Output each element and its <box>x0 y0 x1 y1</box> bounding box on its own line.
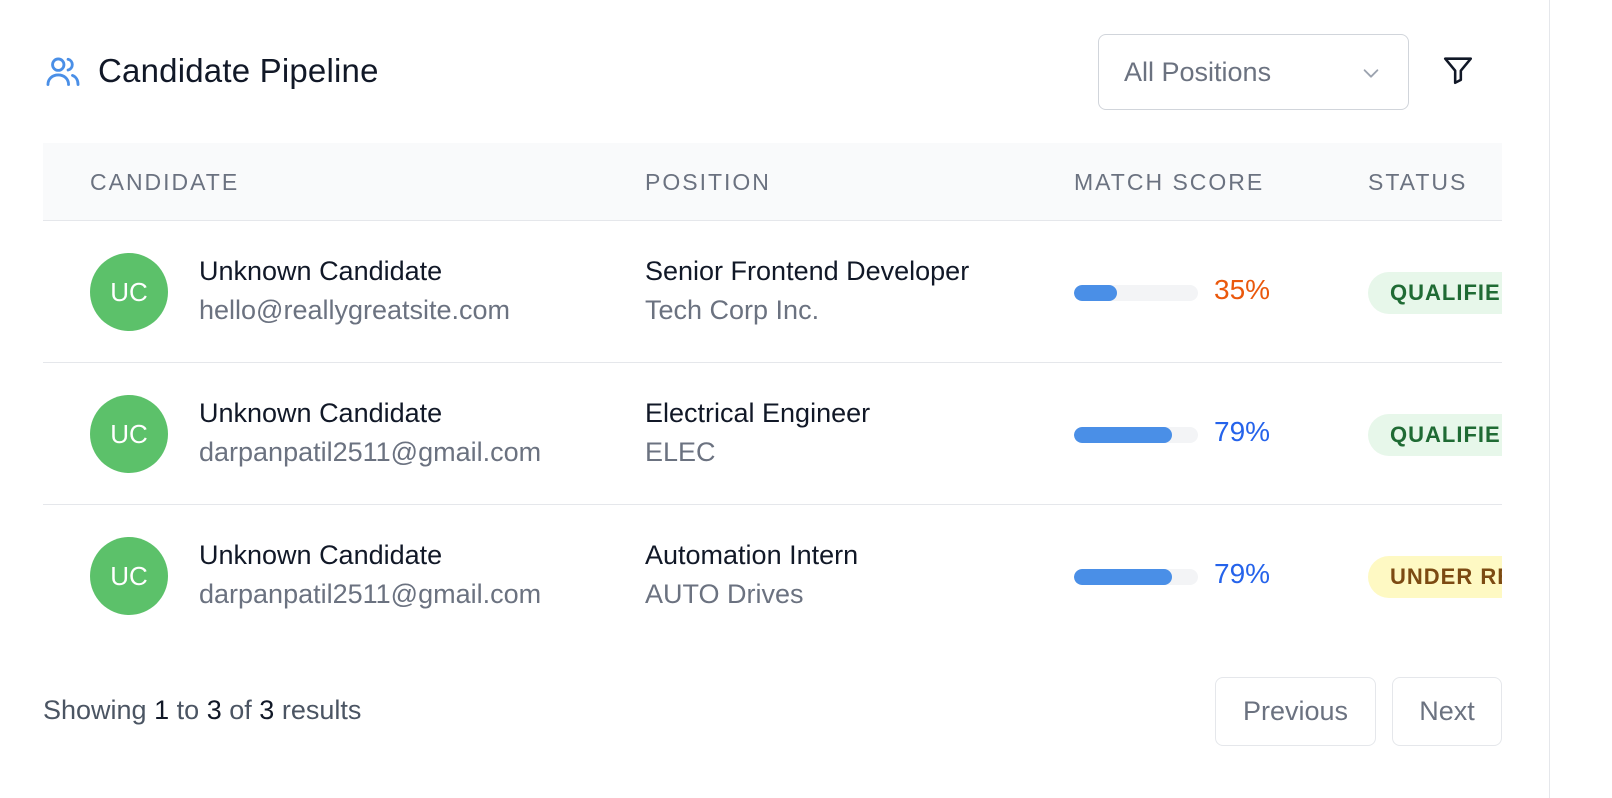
panel-divider <box>1549 0 1550 798</box>
candidate-email: darpanpatil2511@gmail.com <box>199 437 542 467</box>
column-header-position: POSITION <box>645 169 771 195</box>
candidate-email: darpanpatil2511@gmail.com <box>199 579 542 609</box>
results-of-word: of <box>229 695 252 725</box>
position-filter-value: All Positions <box>1124 56 1272 87</box>
results-to-word: to <box>176 695 200 725</box>
match-score-value: 35% <box>1214 274 1271 305</box>
company-name: ELEC <box>645 437 716 467</box>
match-score-bar <box>1074 427 1198 443</box>
candidate-name: Unknown Candidate <box>199 398 443 428</box>
company-name: AUTO Drives <box>645 579 804 609</box>
candidate-email: hello@reallygreatsite.com <box>199 295 511 325</box>
position-filter-select[interactable]: All Positions <box>1098 34 1409 110</box>
chevron-down-icon <box>1360 62 1382 84</box>
results-summary-prefix: Showing <box>43 695 147 725</box>
page-title: Candidate Pipeline <box>98 52 379 89</box>
company-name: Tech Corp Inc. <box>645 295 820 325</box>
column-header-candidate: CANDIDATE <box>90 169 240 195</box>
results-summary: Showing 1 to 3 of 3 results <box>43 695 361 726</box>
match-score-value: 79% <box>1214 558 1271 589</box>
next-button[interactable]: Next <box>1392 677 1502 746</box>
table-header: CANDIDATE POSITION MATCH SCORE STATUS <box>43 143 1502 221</box>
match-score-bar <box>1074 285 1198 301</box>
table-row[interactable]: UC Unknown Candidate darpanpatil2511@gma… <box>43 363 1502 505</box>
results-total: 3 <box>259 695 275 725</box>
filter-icon <box>1441 53 1475 92</box>
filter-button[interactable] <box>1438 52 1478 92</box>
candidate-pipeline-page: Candidate Pipeline All Positions CANDIDA… <box>0 0 1612 798</box>
status-badge: QUALIFIED <box>1368 414 1502 456</box>
title-group: Candidate Pipeline <box>44 52 379 90</box>
column-header-match-score: MATCH SCORE <box>1074 169 1265 195</box>
position-title: Electrical Engineer <box>645 398 871 428</box>
candidate-name: Unknown Candidate <box>199 256 443 286</box>
match-score-bar-fill <box>1074 427 1172 443</box>
results-from: 1 <box>154 695 170 725</box>
avatar: UC <box>90 395 168 473</box>
table-row[interactable]: UC Unknown Candidate hello@reallygreatsi… <box>43 221 1502 363</box>
status-badge: UNDER REVIEW <box>1368 556 1502 598</box>
position-title: Senior Frontend Developer <box>645 256 970 286</box>
status-badge: QUALIFIED <box>1368 272 1502 314</box>
users-icon <box>44 52 82 90</box>
avatar: UC <box>90 537 168 615</box>
table-row[interactable]: UC Unknown Candidate darpanpatil2511@gma… <box>43 505 1502 635</box>
previous-button[interactable]: Previous <box>1215 677 1376 746</box>
match-score-bar-fill <box>1074 285 1118 301</box>
match-score-bar-fill <box>1074 569 1172 585</box>
match-score-bar <box>1074 569 1198 585</box>
pipeline-header: Candidate Pipeline All Positions <box>44 34 1504 110</box>
column-header-status: STATUS <box>1368 169 1468 195</box>
results-suffix: results <box>281 695 362 725</box>
results-to: 3 <box>206 695 222 725</box>
avatar: UC <box>90 253 168 331</box>
candidate-name: Unknown Candidate <box>199 540 443 570</box>
position-title: Automation Intern <box>645 540 859 570</box>
match-score-value: 79% <box>1214 416 1271 447</box>
candidate-table: CANDIDATE POSITION MATCH SCORE STATUS UC… <box>43 143 1502 635</box>
